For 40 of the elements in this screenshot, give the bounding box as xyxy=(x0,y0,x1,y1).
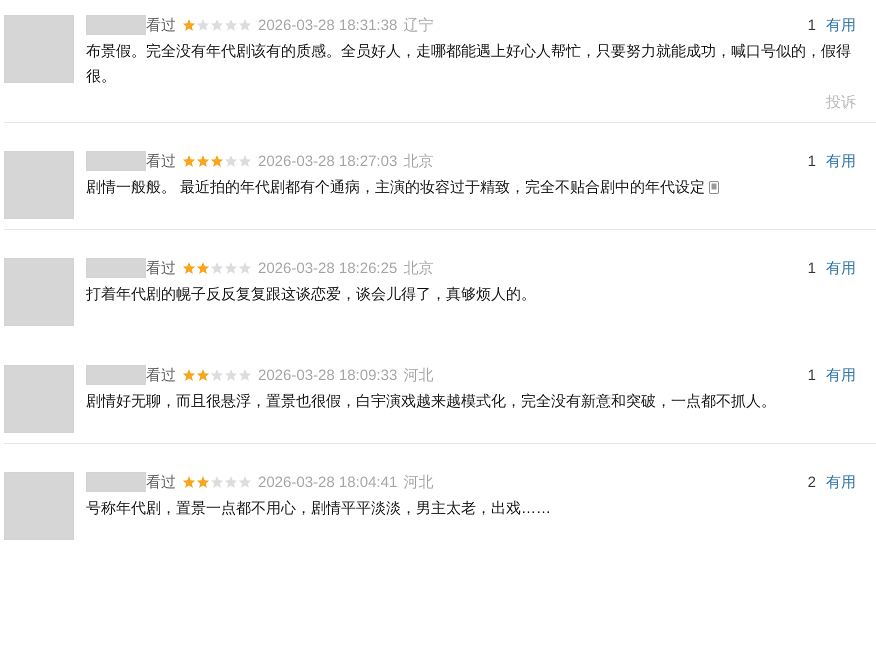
avatar[interactable] xyxy=(4,151,74,219)
vote-count: 2 xyxy=(808,474,816,490)
review-time: 2026-03-28 18:26:25 xyxy=(258,260,398,276)
watch-status: 看过 xyxy=(146,472,176,492)
avatar[interactable] xyxy=(4,365,74,433)
vote-count: 1 xyxy=(808,152,816,170)
helpful-link[interactable]: 有用 xyxy=(826,16,856,34)
review-location: 北京 xyxy=(403,258,434,278)
vote-count: 1 xyxy=(808,366,816,384)
username-redacted xyxy=(86,365,146,385)
watch-status: 看过 xyxy=(146,16,176,34)
review-text: 剧情好无聊，而且很悬浮，置景也很假，白宇演戏越来越模式化，完全没有新意和突破，一点都不抓人。 xyxy=(86,392,777,412)
username-redacted xyxy=(86,258,146,278)
username-redacted xyxy=(86,472,146,492)
avatar[interactable] xyxy=(4,472,74,540)
review-location: 河北 xyxy=(403,472,434,492)
review-location: 辽宁 xyxy=(403,16,434,34)
review-text: 剧情一般般。 最近拍的年代剧都有个通病，主演的妆容过于精致，完全不贴合剧中的年代设定 xyxy=(86,175,876,200)
helpful-link[interactable]: 有用 xyxy=(826,258,856,278)
watch-status: 看过 xyxy=(146,152,176,170)
watch-status: 看过 xyxy=(146,258,176,278)
username-redacted xyxy=(86,151,146,171)
review-location: 河北 xyxy=(403,366,434,384)
watch-status: 看过 xyxy=(146,366,176,384)
review-location: 北京 xyxy=(403,152,434,170)
vote-count: 1 xyxy=(808,260,816,276)
review-text: 打着年代剧的幌子反反复复跟这谈恋爱，谈会儿得了，真够烦人的。 xyxy=(86,285,537,305)
review-text: 布景假。完全没有年代剧该有的质感。全员好人，走哪都能遇上好心人帮忙，只要努力就能成功，喊口号似的，假得很。 xyxy=(86,42,852,87)
review-text: 号称年代剧，置景一点都不用心，剧情平平淡淡，男主太老，出戏…… xyxy=(86,499,552,519)
review-time: 2026-03-28 18:09:33 xyxy=(258,366,398,384)
avatar[interactable] xyxy=(4,15,74,83)
review-time: 2026-03-28 18:31:38 xyxy=(258,16,398,34)
username-redacted xyxy=(86,15,146,35)
vote-count: 1 xyxy=(808,16,816,34)
avatar[interactable] xyxy=(4,258,74,326)
helpful-link[interactable]: 有用 xyxy=(826,366,856,384)
review-time: 2026-03-28 18:04:41 xyxy=(258,474,398,490)
review-time: 2026-03-28 18:27:03 xyxy=(258,152,398,170)
helpful-link[interactable]: 有用 xyxy=(826,152,856,170)
helpful-link[interactable]: 有用 xyxy=(826,472,856,492)
